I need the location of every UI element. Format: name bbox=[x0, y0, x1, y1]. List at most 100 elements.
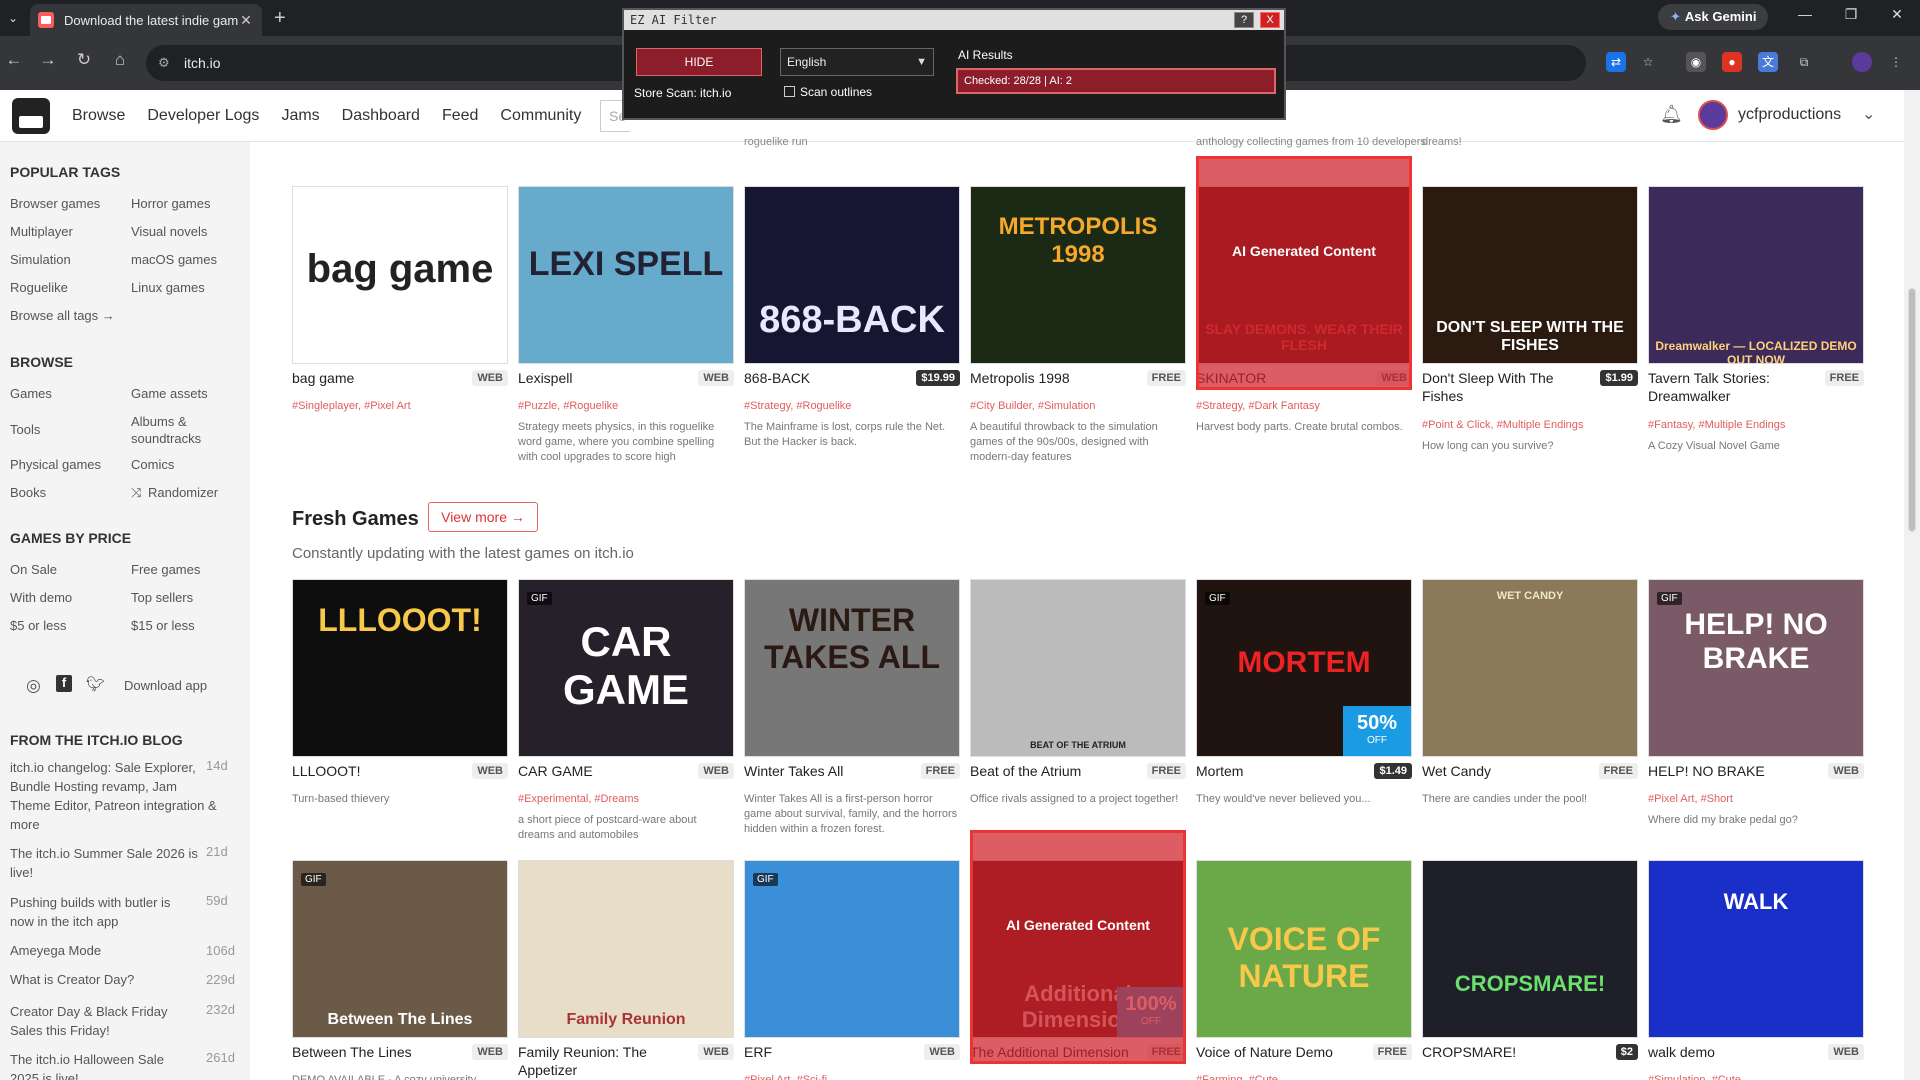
browse-link[interactable]: Games bbox=[10, 386, 52, 401]
extension-translate-icon[interactable]: 文 bbox=[1758, 52, 1778, 72]
game-thumbnail[interactable]: bag game bbox=[292, 186, 508, 364]
language-select[interactable]: English ▼ bbox=[780, 48, 934, 76]
game-thumbnail[interactable]: 868-BACK bbox=[744, 186, 960, 364]
ai-filter-help-button[interactable]: ? bbox=[1234, 12, 1254, 28]
blog-post-link[interactable]: Ameyega Mode bbox=[10, 943, 101, 958]
site-info-tune-icon[interactable]: ⚙ bbox=[158, 45, 170, 81]
chevron-down-icon[interactable]: ⌄ bbox=[1862, 104, 1875, 124]
game-title[interactable]: CROPSMARE! bbox=[1422, 1043, 1592, 1061]
game-thumbnail[interactable]: LLLOOOT! bbox=[292, 579, 508, 757]
blog-post-link[interactable]: Creator Day & Black Friday Sales this Fr… bbox=[10, 1002, 195, 1040]
game-tags[interactable]: #Experimental, #Dreams bbox=[518, 792, 734, 807]
game-title[interactable]: LLLOOOT! bbox=[292, 762, 462, 780]
reload-icon[interactable]: ↻ bbox=[72, 50, 96, 70]
tag-link[interactable]: macOS games bbox=[131, 252, 217, 267]
nav-browse[interactable]: Browse bbox=[72, 107, 125, 125]
game-title[interactable]: 868-BACK bbox=[744, 369, 914, 387]
forward-arrow-icon[interactable]: → bbox=[36, 50, 60, 70]
price-link[interactable]: $5 or less bbox=[10, 618, 66, 633]
game-tags[interactable]: #Singleplayer, #Pixel Art bbox=[292, 399, 508, 414]
price-link[interactable]: With demo bbox=[10, 590, 72, 605]
game-title[interactable]: walk demo bbox=[1648, 1043, 1818, 1061]
tag-link[interactable]: Roguelike bbox=[10, 280, 68, 295]
nav-community[interactable]: Community bbox=[500, 107, 581, 125]
profile-avatar-icon[interactable] bbox=[1852, 52, 1872, 72]
game-tags[interactable]: #Point & Click, #Multiple Endings bbox=[1422, 418, 1638, 433]
game-title[interactable]: HELP! NO BRAKE bbox=[1648, 762, 1818, 780]
browse-link[interactable]: Tools bbox=[10, 422, 40, 437]
browse-link[interactable]: Comics bbox=[131, 457, 174, 472]
game-thumbnail[interactable]: DON'T SLEEP WITH THE FISHES bbox=[1422, 186, 1638, 364]
browse-link[interactable]: Albums & soundtracks bbox=[131, 413, 231, 447]
back-arrow-icon[interactable]: ← bbox=[2, 50, 26, 70]
game-title[interactable]: Between The Lines bbox=[292, 1043, 462, 1061]
game-title[interactable]: Beat of the Atrium bbox=[970, 762, 1140, 780]
browse-link[interactable]: Books bbox=[10, 485, 46, 500]
game-thumbnail[interactable]: VOICE OF NATURE bbox=[1196, 860, 1412, 1038]
game-title[interactable]: bag game bbox=[292, 369, 462, 387]
tab-close-icon[interactable]: ✕ bbox=[238, 12, 254, 29]
game-thumbnail[interactable]: WINTER TAKES ALL bbox=[744, 579, 960, 757]
game-tags[interactable]: #City Builder, #Simulation bbox=[970, 399, 1186, 414]
game-thumbnail[interactable]: Between The Lines GIF bbox=[292, 860, 508, 1038]
browser-menu-icon[interactable]: ⋮ bbox=[1886, 52, 1906, 72]
ai-filter-close-button[interactable]: X bbox=[1260, 12, 1280, 28]
scrollbar-thumb[interactable] bbox=[1908, 288, 1916, 532]
home-icon[interactable]: ⌂ bbox=[108, 50, 132, 70]
game-tags[interactable]: #Pixel Art, #Short bbox=[1648, 792, 1864, 807]
browse-link[interactable]: Game assets bbox=[131, 386, 208, 401]
restore-icon[interactable]: ❐ bbox=[1828, 6, 1874, 23]
browse-link[interactable]: Physical games bbox=[10, 457, 101, 472]
game-title[interactable]: Family Reunion: The Appetizer bbox=[518, 1043, 688, 1079]
game-thumbnail[interactable]: MORTEM GIF 50% OFF bbox=[1196, 579, 1412, 757]
tag-link[interactable]: Simulation bbox=[10, 252, 71, 267]
browser-tab[interactable]: Download the latest indie game ✕ bbox=[30, 4, 262, 36]
game-tags[interactable]: #Pixel Art, #Sci-fi bbox=[744, 1073, 960, 1080]
game-tags[interactable]: #Farming, #Cute bbox=[1196, 1073, 1412, 1080]
price-link[interactable]: Top sellers bbox=[131, 590, 193, 605]
game-title[interactable]: Metropolis 1998 bbox=[970, 369, 1140, 387]
tag-link[interactable]: Horror games bbox=[131, 196, 210, 211]
extensions-puzzle-icon[interactable]: ⧉ bbox=[1794, 52, 1814, 72]
game-thumbnail[interactable]: HELP! NO BRAKE GIF bbox=[1648, 579, 1864, 757]
facebook-icon[interactable]: f bbox=[56, 675, 72, 692]
game-title[interactable]: Mortem bbox=[1196, 762, 1366, 780]
game-tags[interactable]: #Puzzle, #Roguelike bbox=[518, 399, 734, 414]
game-title[interactable]: Lexispell bbox=[518, 369, 688, 387]
game-thumbnail[interactable]: CROPSMARE! bbox=[1422, 860, 1638, 1038]
reddit-icon[interactable]: ◎ bbox=[26, 676, 41, 696]
minimize-icon[interactable]: — bbox=[1782, 6, 1828, 22]
ai-filter-titlebar[interactable]: EZ AI Filter bbox=[624, 10, 1284, 30]
page-scrollbar[interactable] bbox=[1904, 90, 1920, 1080]
ai-filter-hide-button[interactable]: HIDE bbox=[636, 48, 762, 76]
randomizer-link[interactable]: Randomizer bbox=[148, 485, 218, 500]
game-thumbnail[interactable]: WET CANDY bbox=[1422, 579, 1638, 757]
game-tags[interactable]: #Strategy, #Dark Fantasy bbox=[1196, 399, 1412, 414]
nav-feed[interactable]: Feed bbox=[442, 107, 478, 125]
game-thumbnail[interactable]: CAR GAME GIF bbox=[518, 579, 734, 757]
game-title[interactable]: Tavern Talk Stories: Dreamwalker bbox=[1648, 369, 1818, 405]
twitter-icon[interactable]: 🐦︎ bbox=[86, 675, 105, 693]
game-thumbnail[interactable]: WALK bbox=[1648, 860, 1864, 1038]
window-close-icon[interactable]: ✕ bbox=[1874, 6, 1920, 23]
tag-link[interactable]: Linux games bbox=[131, 280, 205, 295]
blog-post-link[interactable]: itch.io changelog: Sale Explorer, Bundle… bbox=[10, 758, 220, 834]
extension-icon[interactable]: ◉ bbox=[1686, 52, 1706, 72]
price-link[interactable]: Free games bbox=[131, 562, 200, 577]
game-title[interactable]: CAR GAME bbox=[518, 762, 688, 780]
game-title[interactable]: ERF bbox=[744, 1043, 914, 1061]
nav-dashboard[interactable]: Dashboard bbox=[342, 107, 420, 125]
ask-gemini-button[interactable]: ✦ Ask Gemini bbox=[1658, 4, 1769, 30]
blog-post-link[interactable]: What is Creator Day? bbox=[10, 972, 134, 987]
game-tags[interactable]: #Simulation, #Cute bbox=[1648, 1073, 1864, 1080]
browse-all-tags-link[interactable]: Browse all tags → bbox=[10, 308, 115, 323]
scan-outlines-checkbox[interactable] bbox=[784, 86, 795, 97]
blog-post-link[interactable]: The itch.io Summer Sale 2026 is live! bbox=[10, 844, 205, 882]
blog-post-link[interactable]: The itch.io Halloween Sale 2025 is live! bbox=[10, 1050, 195, 1080]
game-tags[interactable]: #Strategy, #Roguelike bbox=[744, 399, 960, 414]
extension-red-icon[interactable]: ● bbox=[1722, 52, 1742, 72]
tag-link[interactable]: Visual novels bbox=[131, 224, 207, 239]
game-thumbnail[interactable]: METROPOLIS 1998 bbox=[970, 186, 1186, 364]
new-tab-plus-icon[interactable]: + bbox=[274, 6, 286, 30]
game-title[interactable]: Don't Sleep With The Fishes bbox=[1422, 369, 1592, 405]
